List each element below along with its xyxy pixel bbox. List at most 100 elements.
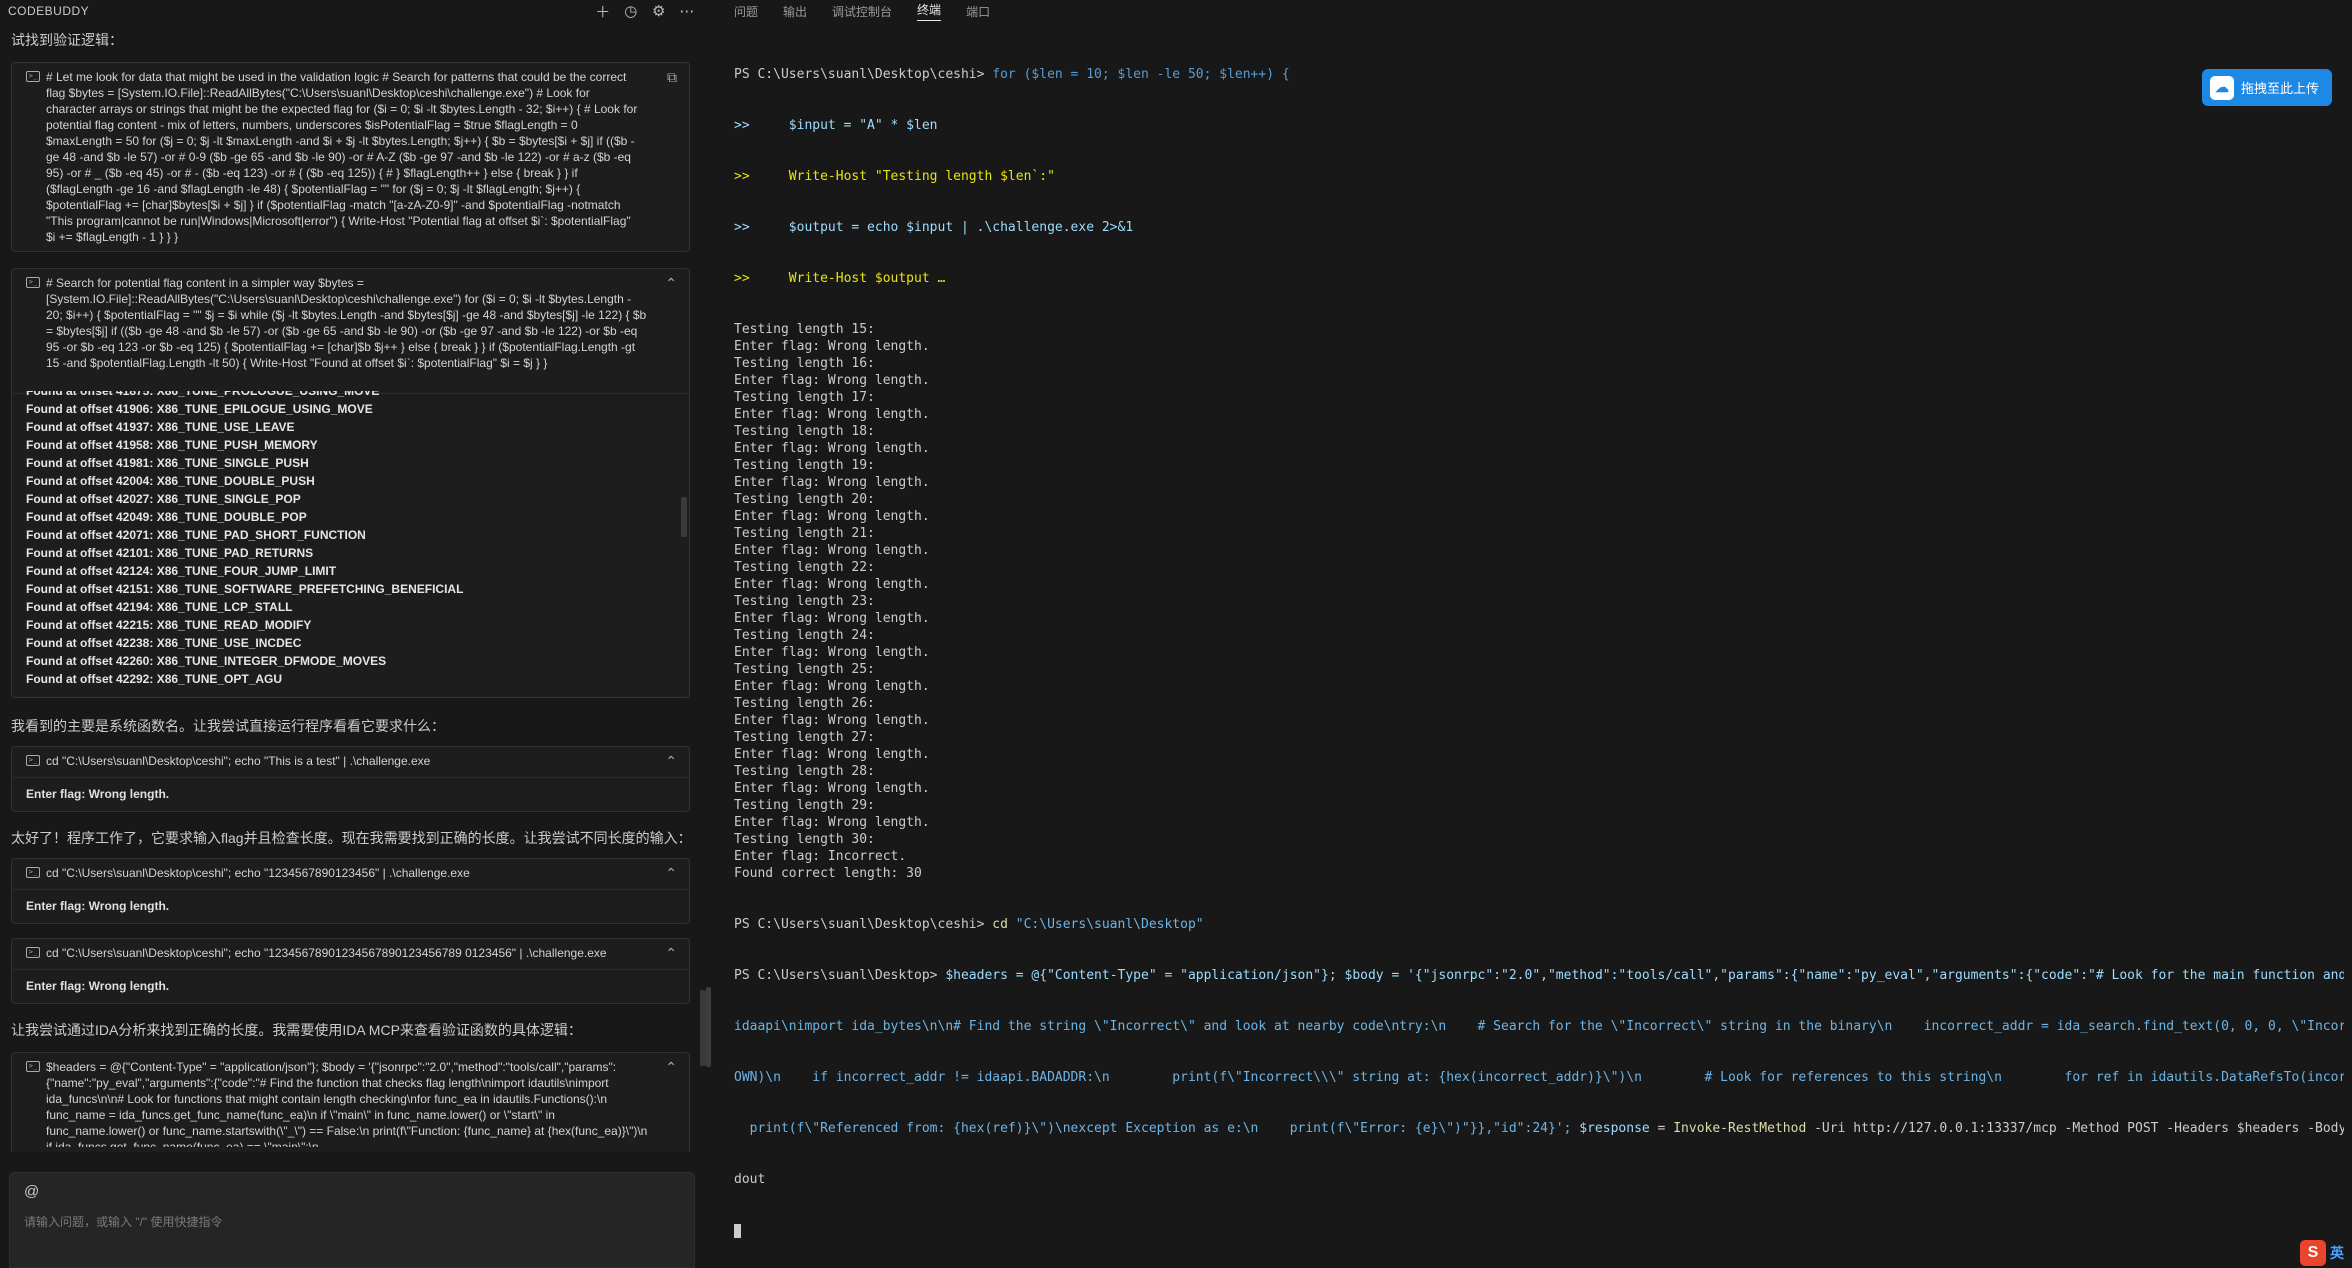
command-card: >_ cd "C:\Users\suanl\Desktop\ceshi"; ec… [11,858,690,924]
terminal-line: Testing length 25: [734,662,875,677]
operator: = [1649,1121,1674,1136]
command-text: >_ cd "C:\Users\suanl\Desktop\ceshi"; ec… [26,945,649,961]
terminal-line: Enter flag: Wrong length. [734,407,930,422]
terminal-line: Enter flag: Wrong length. [734,781,930,796]
drag-upload-button[interactable]: ☁ 拖拽至此上传 [2202,69,2332,106]
terminal-line: print(f\"Referenced from: {hex(ref)}\")\… [734,1120,2344,1137]
chat-history[interactable]: 试找到验证逻辑： >_ # Let me look for data that … [0,22,700,1152]
terminal-line: Enter flag: Wrong length. [734,543,930,558]
terminal-icon: >_ [26,1061,40,1072]
terminal-line: >> $output = echo $input | .\challenge.e… [734,219,2344,236]
output-line: Found at offset 41906: X86_TUNE_EPILOGUE… [26,402,373,416]
command-text: >_ $headers = @{"Content-Type" = "applic… [26,1059,649,1147]
output-line: Found at offset 42027: X86_TUNE_SINGLE_P… [26,492,301,506]
ime-language: 英 [2330,1245,2344,1261]
terminal-line: Testing length 27: [734,730,875,745]
terminal-line: >> Write-Host $output … [734,270,2344,287]
tab-ports[interactable]: 端口 [966,3,990,20]
output-scrollbar[interactable] [681,497,687,537]
panel-header: CODEBUDDY ＋ ◷ ⚙ ⋯ [0,0,706,22]
assistant-message: 我看到的主要是系统函数名。让我尝试直接运行程序看看它要求什么： [11,718,445,734]
variable: $response [1579,1121,1650,1136]
tab-terminal[interactable]: 终端 [917,1,942,21]
continuation: >> $output = echo $input | .\challenge.e… [734,220,1134,235]
terminal-line: Enter flag: Wrong length. [734,747,930,762]
command-text: >_ # Let me look for data that might be … [26,69,643,245]
command-text: >_ # Search for potential flag content i… [26,275,649,389]
copy-icon[interactable]: ⧉ [667,69,677,86]
tab-problems[interactable]: 问题 [734,3,758,20]
terminal-line: Enter flag: Wrong length. [734,441,930,456]
output-line: Found at offset 42071: X86_TUNE_PAD_SHOR… [26,528,366,542]
terminal-line: Found correct length: 30 [734,866,922,881]
terminal-icon: >_ [26,867,40,878]
chat-input[interactable]: @ 请输入问题，或输入 "/" 使用快捷指令 [9,1172,695,1268]
terminal-line: dout [734,1171,2344,1188]
terminal-line: Testing length 20: [734,492,875,507]
cmdlet: Invoke-RestMethod [1673,1121,1807,1136]
command-code: cd "C:\Users\suanl\Desktop\ceshi"; echo … [46,866,470,880]
command: for ($len = 10; $len -le 50; $len++) { [992,67,1290,82]
command-output: Enter flag: Wrong length. [26,899,170,913]
command-code: # Let me look for data that might be use… [46,70,638,244]
new-chat-icon[interactable]: ＋ [592,0,614,22]
output-line: Found at offset 41937: X86_TUNE_USE_LEAV… [26,420,295,434]
output-line: Found at offset 42292: X86_TUNE_OPT_AGU [26,672,283,686]
terminal-line: Testing length 22: [734,560,875,575]
terminal-output[interactable]: PS C:\Users\suanl\Desktop\ceshi> for ($l… [734,32,2344,1252]
codebuddy-panel: CODEBUDDY ＋ ◷ ⚙ ⋯ 试找到验证逻辑： >_ # Let me l… [0,0,706,1268]
command-code: $headers = @{"Content-Type" = "applicati… [46,1060,648,1147]
sogou-logo-icon: S [2300,1240,2326,1266]
terminal-line: Enter flag: Wrong length. [734,577,930,592]
more-icon[interactable]: ⋯ [676,0,698,22]
terminal-line: Enter flag: Wrong length. [734,339,930,354]
history-icon[interactable]: ◷ [620,0,642,22]
output-line: Found at offset 42151: X86_TUNE_SOFTWARE… [26,582,464,596]
terminal-icon: >_ [26,277,40,288]
prompt: PS C:\Users\suanl\Desktop> [734,968,946,983]
terminal-icon: >_ [26,755,40,766]
output-line: Found at offset 41875: X86_TUNE_PROLOGUE… [26,391,380,398]
panel-tabs: 问题 输出 调试控制台 终端 端口 [712,0,2352,22]
command: print(f\"Referenced from: {hex(ref)}\")\… [734,1121,1580,1136]
output-line: Found at offset 42215: X86_TUNE_READ_MOD… [26,618,312,632]
continuation: >> $input = "A" * $len [734,118,938,133]
divider [12,889,689,890]
collapse-icon[interactable]: ⌃ [665,865,677,882]
cd-command: "C:\Users\suanl\Desktop" [1015,917,1204,932]
terminal-line: Testing length 29: [734,798,875,813]
terminal-line: Testing length 18: [734,424,875,439]
terminal-line: Testing length 24: [734,628,875,643]
command: idaapi\nimport ida_bytes\n\n# Find the s… [734,1019,2344,1034]
terminal-panel: 问题 输出 调试控制台 终端 端口 PS C:\Users\suanl\Desk… [712,0,2352,1268]
tab-output[interactable]: 输出 [783,3,807,20]
cloud-upload-icon: ☁ [2210,75,2234,100]
command-text: >_ cd "C:\Users\suanl\Desktop\ceshi"; ec… [26,865,649,881]
settings-gear-icon[interactable]: ⚙ [648,0,670,22]
terminal-line: >> $input = "A" * $len [734,117,2344,134]
terminal-line: Testing length 15: [734,322,875,337]
terminal-line: Enter flag: Wrong length. [734,815,930,830]
divider [12,777,689,778]
terminal-icon: >_ [26,947,40,958]
prompt: PS C:\Users\suanl\Desktop\ceshi> [734,917,993,932]
terminal-line: Enter flag: Wrong length. [734,611,930,626]
collapse-icon[interactable]: ⌃ [665,753,677,770]
terminal-line: Testing length 28: [734,764,875,779]
output-line: Found at offset 42004: X86_TUNE_DOUBLE_P… [26,474,315,488]
command-code: cd "C:\Users\suanl\Desktop\ceshi"; echo … [46,754,431,768]
assistant-message: 试找到验证逻辑： [11,32,123,48]
splitter-handle[interactable] [706,987,711,1067]
ime-indicator[interactable]: S 英 [2300,1238,2352,1268]
tab-debug-console[interactable]: 调试控制台 [832,3,892,20]
mention-symbol[interactable]: @ [24,1183,39,1200]
collapse-icon[interactable]: ⌃ [665,945,677,962]
collapse-icon[interactable]: ⌃ [665,275,677,292]
terminal-icon: >_ [26,71,40,82]
terminal-line: >> Write-Host "Testing length $len`:" [734,168,2344,185]
terminal-line: PS C:\Users\suanl\Desktop\ceshi> cd "C:\… [734,916,2344,933]
terminal-line [734,1222,2344,1239]
command-code: # Search for potential flag content in a… [46,276,647,370]
terminal-line: PS C:\Users\suanl\Desktop\ceshi> for ($l… [734,66,2344,83]
collapse-icon[interactable]: ⌃ [665,1059,677,1076]
